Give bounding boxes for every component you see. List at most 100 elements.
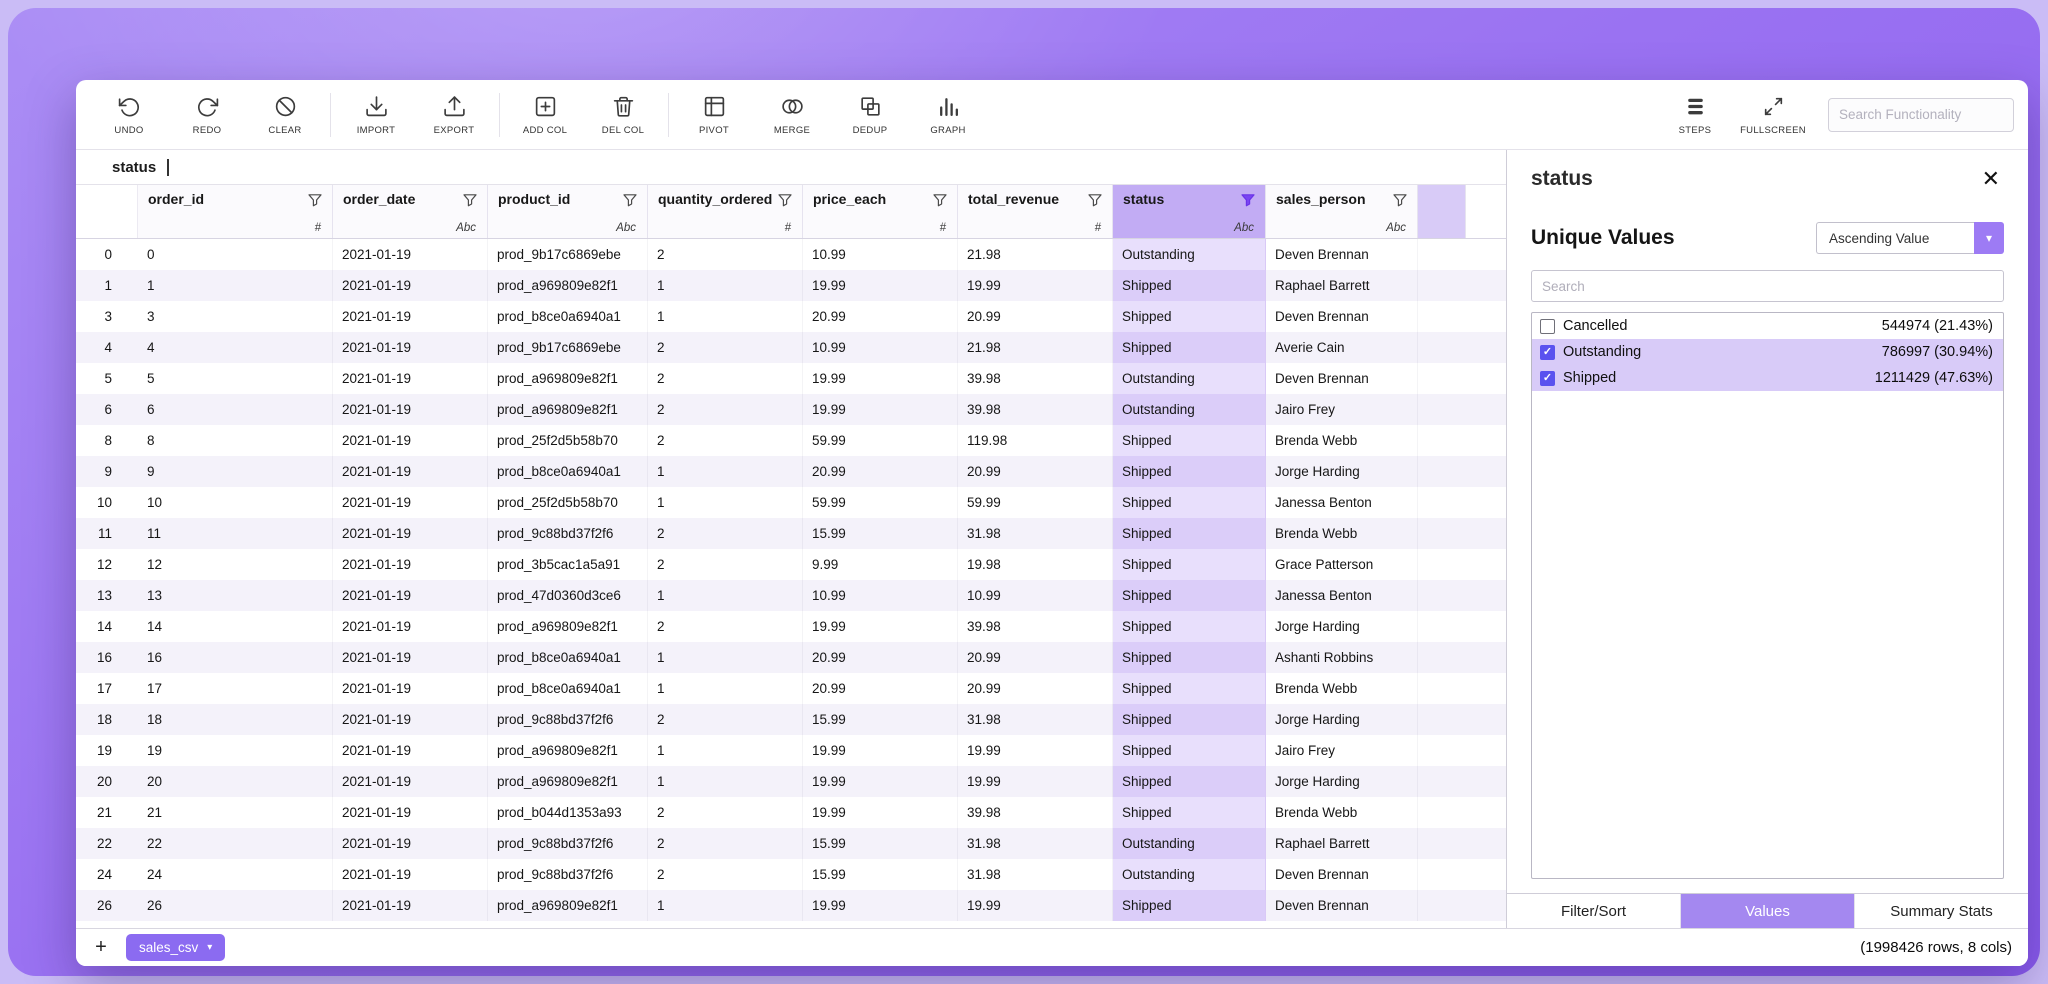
cell-status[interactable]: Shipped — [1113, 425, 1266, 456]
column-header-total_revenue[interactable]: total_revenue # — [958, 185, 1113, 238]
cell-status[interactable]: Shipped — [1113, 487, 1266, 518]
cell-order_date[interactable]: 2021-01-19 — [333, 797, 488, 828]
checkbox[interactable] — [1540, 318, 1555, 334]
cell-sales_person[interactable]: Brenda Webb — [1266, 518, 1418, 549]
cell-order_id[interactable]: 3 — [138, 301, 333, 332]
cell-status[interactable]: Shipped — [1113, 301, 1266, 332]
filter-icon[interactable] — [777, 192, 793, 208]
cell-product_id[interactable]: prod_a969809e82f1 — [488, 735, 648, 766]
cell-quantity_ordered[interactable]: 1 — [648, 456, 803, 487]
cell-order_date[interactable]: 2021-01-19 — [333, 332, 488, 363]
cell-sales_person[interactable]: Grace Patterson — [1266, 549, 1418, 580]
row-index-cell[interactable]: 8 — [76, 425, 138, 456]
row-index-cell[interactable]: 20 — [76, 766, 138, 797]
checkbox[interactable]: ✓ — [1540, 370, 1555, 386]
column-header-quantity_ordered[interactable]: quantity_ordered # — [648, 185, 803, 238]
cell-price_each[interactable]: 19.99 — [803, 890, 958, 921]
row-index-cell[interactable]: 24 — [76, 859, 138, 890]
cell-order_id[interactable]: 26 — [138, 890, 333, 921]
filter-icon[interactable] — [1392, 192, 1408, 208]
cell-order_id[interactable]: 1 — [138, 270, 333, 301]
cell-status[interactable]: Outstanding — [1113, 394, 1266, 425]
cell-status[interactable]: Shipped — [1113, 270, 1266, 301]
cell-order_date[interactable]: 2021-01-19 — [333, 704, 488, 735]
cell-price_each[interactable]: 15.99 — [803, 704, 958, 735]
cell-total_revenue[interactable]: 39.98 — [958, 611, 1113, 642]
cell-quantity_ordered[interactable]: 2 — [648, 239, 803, 270]
cell-quantity_ordered[interactable]: 2 — [648, 611, 803, 642]
cell-price_each[interactable]: 19.99 — [803, 766, 958, 797]
cell-order_id[interactable]: 14 — [138, 611, 333, 642]
cell-status[interactable]: Shipped — [1113, 704, 1266, 735]
cell-price_each[interactable]: 19.99 — [803, 611, 958, 642]
row-index-cell[interactable]: 6 — [76, 394, 138, 425]
cell-order_date[interactable]: 2021-01-19 — [333, 673, 488, 704]
cell-quantity_ordered[interactable]: 2 — [648, 518, 803, 549]
row-index-cell[interactable]: 11 — [76, 518, 138, 549]
cell-order_id[interactable]: 8 — [138, 425, 333, 456]
cell-product_id[interactable]: prod_25f2d5b58b70 — [488, 425, 648, 456]
cell-sales_person[interactable]: Jorge Harding — [1266, 766, 1418, 797]
cell-price_each[interactable]: 59.99 — [803, 425, 958, 456]
cell-price_each[interactable]: 10.99 — [803, 332, 958, 363]
row-index-cell[interactable]: 16 — [76, 642, 138, 673]
row-index-cell[interactable]: 14 — [76, 611, 138, 642]
cell-product_id[interactable]: prod_a969809e82f1 — [488, 363, 648, 394]
row-index-cell[interactable]: 0 — [76, 239, 138, 270]
cell-order_date[interactable]: 2021-01-19 — [333, 456, 488, 487]
cell-sales_person[interactable]: Raphael Barrett — [1266, 828, 1418, 859]
toolbar-button-export[interactable]: EXPORT — [415, 84, 493, 146]
cell-status[interactable]: Outstanding — [1113, 859, 1266, 890]
cell-total_revenue[interactable]: 31.98 — [958, 704, 1113, 735]
cell-product_id[interactable]: prod_9c88bd37f2f6 — [488, 859, 648, 890]
cell-order_id[interactable]: 18 — [138, 704, 333, 735]
filter-icon[interactable] — [1087, 192, 1103, 208]
cell-quantity_ordered[interactable]: 2 — [648, 828, 803, 859]
cell-order_id[interactable]: 19 — [138, 735, 333, 766]
cell-quantity_ordered[interactable]: 1 — [648, 270, 803, 301]
cell-price_each[interactable]: 10.99 — [803, 580, 958, 611]
filter-icon[interactable] — [307, 192, 323, 208]
cell-order_id[interactable]: 22 — [138, 828, 333, 859]
toolbar-button-import[interactable]: IMPORT — [337, 84, 415, 146]
cell-total_revenue[interactable]: 10.99 — [958, 580, 1113, 611]
panel-tab-summary-stats[interactable]: Summary Stats — [1855, 894, 2028, 928]
cell-quantity_ordered[interactable]: 1 — [648, 735, 803, 766]
cell-status[interactable]: Shipped — [1113, 766, 1266, 797]
cell-sales_person[interactable]: Janessa Benton — [1266, 580, 1418, 611]
cell-price_each[interactable]: 15.99 — [803, 518, 958, 549]
cell-order_date[interactable]: 2021-01-19 — [333, 766, 488, 797]
cell-total_revenue[interactable]: 20.99 — [958, 301, 1113, 332]
cell-price_each[interactable]: 19.99 — [803, 797, 958, 828]
cell-status[interactable]: Shipped — [1113, 611, 1266, 642]
cell-product_id[interactable]: prod_47d0360d3ce6 — [488, 580, 648, 611]
cell-quantity_ordered[interactable]: 2 — [648, 394, 803, 425]
cell-total_revenue[interactable]: 21.98 — [958, 239, 1113, 270]
toolbar-button-steps[interactable]: STEPS — [1656, 84, 1734, 146]
cell-order_id[interactable]: 13 — [138, 580, 333, 611]
cell-quantity_ordered[interactable]: 1 — [648, 890, 803, 921]
row-index-cell[interactable]: 10 — [76, 487, 138, 518]
cell-sales_person[interactable]: Brenda Webb — [1266, 797, 1418, 828]
cell-total_revenue[interactable]: 19.99 — [958, 270, 1113, 301]
cell-quantity_ordered[interactable]: 1 — [648, 487, 803, 518]
unique-value-row-shipped[interactable]: ✓ Shipped 1211429 (47.63%) — [1532, 365, 2003, 391]
cell-order_date[interactable]: 2021-01-19 — [333, 270, 488, 301]
cell-product_id[interactable]: prod_a969809e82f1 — [488, 394, 648, 425]
toolbar-button-fullscreen[interactable]: FULLSCREEN — [1734, 84, 1812, 146]
cell-sales_person[interactable]: Jorge Harding — [1266, 456, 1418, 487]
cell-status[interactable]: Shipped — [1113, 456, 1266, 487]
cell-status[interactable]: Shipped — [1113, 797, 1266, 828]
toolbar-button-del-col[interactable]: DEL COL — [584, 84, 662, 146]
cell-order_date[interactable]: 2021-01-19 — [333, 859, 488, 890]
cell-order_date[interactable]: 2021-01-19 — [333, 642, 488, 673]
toolbar-button-redo[interactable]: REDO — [168, 84, 246, 146]
cell-status[interactable]: Shipped — [1113, 549, 1266, 580]
cell-price_each[interactable]: 20.99 — [803, 673, 958, 704]
cell-order_date[interactable]: 2021-01-19 — [333, 239, 488, 270]
column-header-order_date[interactable]: order_date Abc — [333, 185, 488, 238]
cell-price_each[interactable]: 19.99 — [803, 270, 958, 301]
row-index-cell[interactable]: 17 — [76, 673, 138, 704]
cell-total_revenue[interactable]: 39.98 — [958, 797, 1113, 828]
cell-total_revenue[interactable]: 39.98 — [958, 363, 1113, 394]
